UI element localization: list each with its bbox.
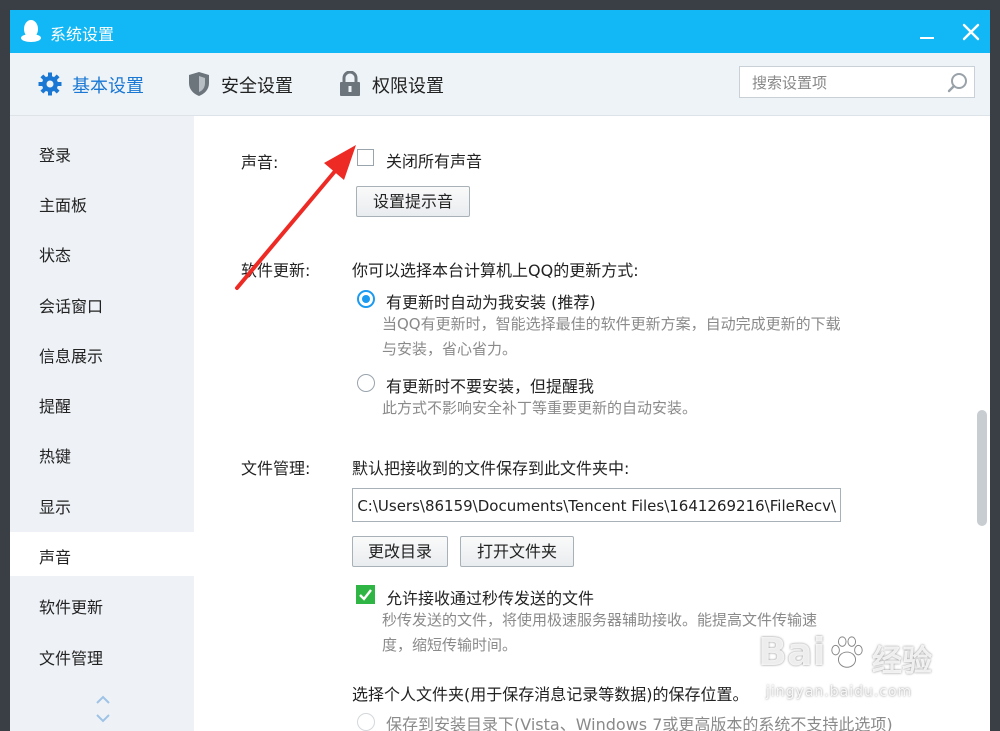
fast-transfer-desc-line1: 秒传发送的文件，将使用极速服务器辅助接收。能提高文件传输速 bbox=[382, 611, 818, 629]
sidebar-scroll-icon[interactable] bbox=[93, 693, 113, 725]
minimize-icon bbox=[920, 37, 934, 39]
sidebar-item-label: 信息展示 bbox=[39, 347, 104, 366]
sidebar-item-reminders[interactable]: 提醒 bbox=[10, 381, 194, 425]
sidebar-item-display[interactable]: 显示 bbox=[10, 482, 194, 526]
watermark-text: Bai bbox=[758, 630, 826, 674]
gear-icon bbox=[38, 72, 62, 96]
sidebar-item-label: 主面板 bbox=[39, 196, 88, 215]
sidebar-item-chat-window[interactable]: 会话窗口 bbox=[10, 281, 194, 325]
save-path-field[interactable] bbox=[352, 488, 841, 522]
change-directory-button[interactable]: 更改目录 bbox=[352, 536, 448, 567]
close-icon[interactable] bbox=[958, 20, 984, 44]
notify-update-label[interactable]: 有更新时不要安装，但提醒我 bbox=[386, 373, 594, 397]
sidebar-item-label: 登录 bbox=[39, 146, 72, 165]
sidebar-item-file-management[interactable]: 文件管理 bbox=[10, 633, 194, 677]
watermark-text: 经验 bbox=[872, 644, 932, 679]
scrollbar-thumb[interactable] bbox=[977, 410, 987, 526]
auto-update-label[interactable]: 有更新时自动为我安装 (推荐) bbox=[386, 289, 596, 313]
settings-tab-bar: 基本设置 安全设置 权限设置 bbox=[10, 53, 990, 116]
set-tone-button[interactable]: 设置提示音 bbox=[356, 186, 470, 217]
search-icon[interactable] bbox=[946, 71, 970, 95]
update-intro: 你可以选择本台计算机上QQ的更新方式: bbox=[352, 261, 639, 280]
files-section-label: 文件管理: bbox=[241, 459, 311, 478]
allow-fast-transfer-label[interactable]: 允许接收通过秒传发送的文件 bbox=[386, 585, 594, 609]
qq-penguin-icon bbox=[21, 20, 41, 42]
tab-label: 安全设置 bbox=[221, 76, 293, 97]
install-dir-radio[interactable] bbox=[357, 713, 375, 731]
window-title: 系统设置 bbox=[50, 25, 115, 44]
sidebar-item-label: 声音 bbox=[39, 548, 72, 567]
save-path-input[interactable] bbox=[353, 493, 838, 519]
search-input[interactable] bbox=[750, 71, 940, 95]
checkmark-icon bbox=[359, 589, 372, 601]
sidebar-item-label: 会话窗口 bbox=[39, 297, 104, 316]
files-intro: 默认把接收到的文件保存到此文件夹中: bbox=[352, 459, 630, 478]
tab-label: 权限设置 bbox=[372, 76, 444, 97]
sidebar-item-status[interactable]: 状态 bbox=[10, 230, 194, 274]
sidebar-item-hotkeys[interactable]: 热键 bbox=[10, 431, 194, 475]
auto-update-radio[interactable] bbox=[357, 290, 375, 308]
notify-update-desc: 此方式不影响安全补丁等重要更新的自动安装。 bbox=[382, 399, 698, 417]
baidu-watermark: Bai 经验 jingyan.baidu.com bbox=[758, 622, 958, 712]
auto-update-desc-line2: 与安装，省心省力。 bbox=[382, 340, 518, 358]
sidebar-item-info-display[interactable]: 信息展示 bbox=[10, 331, 194, 375]
sidebar-item-label: 文件管理 bbox=[39, 649, 104, 668]
sidebar-item-label: 状态 bbox=[39, 246, 72, 265]
sidebar-item-label: 提醒 bbox=[39, 397, 72, 416]
sidebar-item-software-update[interactable]: 软件更新 bbox=[10, 582, 194, 626]
mute-all-label[interactable]: 关闭所有声音 bbox=[386, 148, 482, 172]
lock-icon bbox=[340, 71, 360, 96]
personal-folder-intro: 选择个人文件夹(用于保存消息记录等数据)的保存位置。 bbox=[352, 685, 749, 704]
sound-section-label: 声音: bbox=[241, 153, 279, 172]
update-section-label: 软件更新: bbox=[241, 261, 311, 280]
title-bar: 系统设置 bbox=[10, 10, 990, 53]
fast-transfer-desc-line2: 度，缩短传输时间。 bbox=[382, 636, 518, 654]
notify-update-radio[interactable] bbox=[357, 374, 375, 392]
watermark-url: jingyan.baidu.com bbox=[766, 684, 913, 700]
content-scrollbar[interactable] bbox=[976, 116, 990, 731]
paw-icon bbox=[831, 636, 863, 668]
install-dir-option-label[interactable]: 保存到安装目录下(Vista、Windows 7或更高版本的系统不支持此选项) bbox=[386, 711, 893, 731]
settings-sidebar: 登录 主面板 状态 会话窗口 信息展示 提醒 热键 显示 声音 软件更新 文件管… bbox=[10, 116, 194, 731]
shield-icon bbox=[189, 72, 209, 96]
sidebar-item-label: 显示 bbox=[39, 498, 72, 517]
sidebar-item-label: 软件更新 bbox=[39, 598, 104, 617]
allow-fast-transfer-checkbox[interactable] bbox=[356, 585, 375, 604]
sidebar-item-login[interactable]: 登录 bbox=[10, 130, 194, 174]
settings-search-box[interactable] bbox=[739, 66, 975, 98]
open-folder-button[interactable]: 打开文件夹 bbox=[460, 536, 574, 567]
auto-update-desc-line1: 当QQ有更新时，智能选择最佳的软件更新方案，自动完成更新的下载 bbox=[382, 315, 841, 333]
mute-all-checkbox[interactable] bbox=[357, 149, 374, 166]
sidebar-item-sound[interactable]: 声音 bbox=[10, 532, 194, 576]
tab-label: 基本设置 bbox=[72, 76, 144, 97]
sidebar-item-main-panel[interactable]: 主面板 bbox=[10, 180, 194, 224]
minimize-button[interactable] bbox=[914, 20, 940, 44]
sidebar-item-label: 热键 bbox=[39, 447, 72, 466]
